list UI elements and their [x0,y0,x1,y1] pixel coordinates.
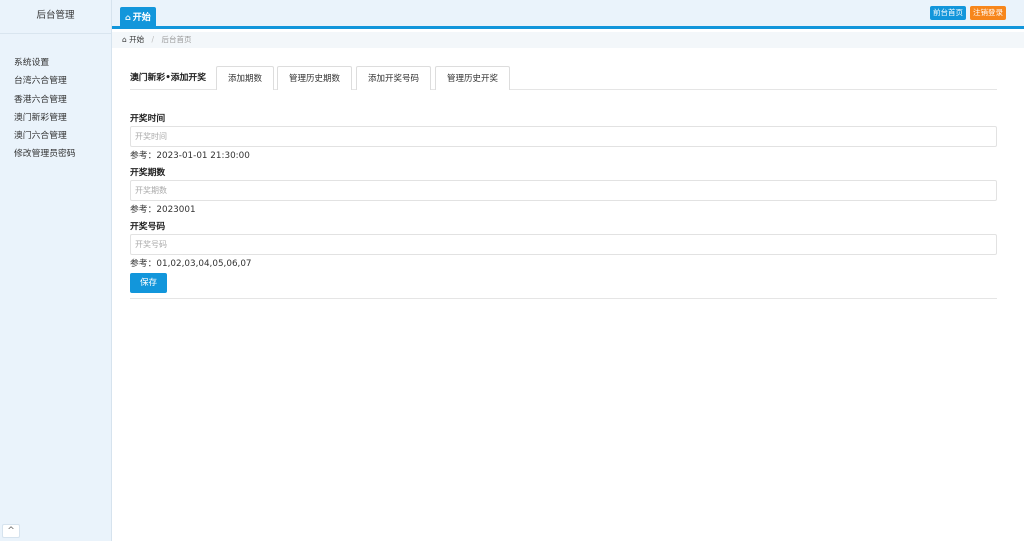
draw-time-label: 开奖时间 [130,114,166,124]
sidebar: 后台管理 系统设置 台湾六合管理 香港六合管理 澳门新彩管理 澳门六合管理 修改… [0,0,112,541]
save-button[interactable]: 保存 [130,273,167,293]
tab-manage-draws[interactable]: 管理历史开奖 [435,66,511,90]
main-content: 澳门新彩•添加开奖 添加期数 管理历史期数 添加开奖号码 管理历史开奖 开奖时间… [130,66,997,299]
draw-number-label: 开奖号码 [130,222,166,232]
breadcrumb-home-icon: ⌂ [122,35,127,44]
sidebar-item-taiwan-lottery[interactable]: 台湾六合管理 [0,72,111,90]
draw-time-input[interactable] [130,126,997,147]
home-icon: ⌂ [125,13,131,22]
sidebar-menu: 系统设置 台湾六合管理 香港六合管理 澳门新彩管理 澳门六合管理 修改管理员密码 [0,54,111,164]
tab-manage-periods[interactable]: 管理历史期数 [277,66,353,90]
breadcrumb-separator: / [151,35,155,44]
brand-title: 后台管理 [0,0,111,34]
draw-number-hint: 参考：01,02,03,04,05,06,07 [130,259,252,269]
breadcrumb-current: 后台首页 [161,35,192,44]
tab-bar: 澳门新彩•添加开奖 添加期数 管理历史期数 添加开奖号码 管理历史开奖 [130,66,997,90]
tab-start-label: 开始 [132,13,151,23]
draw-period-hint: 参考：2023001 [130,205,196,215]
sidebar-item-hongkong-lottery[interactable]: 香港六合管理 [0,91,111,109]
draw-number-input[interactable] [130,234,997,255]
sidebar-item-system-settings[interactable]: 系统设置 [0,54,111,72]
draw-period-input[interactable] [130,180,997,201]
draw-period-label: 开奖期数 [130,168,166,178]
breadcrumb: ⌂ 开始 / 后台首页 [112,32,1024,48]
draw-time-hint: 参考：2023-01-01 21:30:00 [130,151,250,161]
top-header: ⌂ 开始 前台首页 注销登录 [112,0,1024,29]
front-page-button[interactable]: 前台首页 [930,6,966,20]
page-title: 澳门新彩•添加开奖 [130,73,206,83]
sidebar-item-change-password[interactable]: 修改管理员密码 [0,145,111,163]
form-divider [130,298,997,299]
tab-start[interactable]: ⌂ 开始 [120,7,156,29]
logout-button[interactable]: 注销登录 [970,6,1006,20]
tab-add-numbers[interactable]: 添加开奖号码 [356,66,432,90]
collapse-icon[interactable]: ^ [2,524,20,538]
sidebar-item-macau-lottery[interactable]: 澳门六合管理 [0,127,111,145]
breadcrumb-home[interactable]: 开始 [129,35,144,44]
sidebar-item-macau-new-lottery[interactable]: 澳门新彩管理 [0,109,111,127]
tab-add-period[interactable]: 添加期数 [216,66,275,90]
